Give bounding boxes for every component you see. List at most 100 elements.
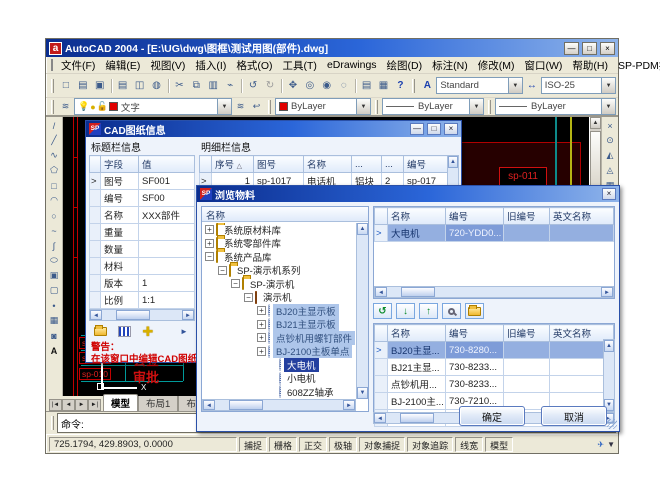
- scroll-left-icon[interactable]: ◄: [203, 400, 215, 410]
- value-cell[interactable]: [139, 258, 195, 275]
- plot-icon[interactable]: [115, 77, 131, 94]
- value-cell[interactable]: [139, 224, 195, 241]
- toolbar-grip[interactable]: [51, 79, 54, 93]
- tree-item-raw-materials[interactable]: + 系统原材料库: [202, 223, 356, 237]
- move-down-icon[interactable]: ↓: [396, 303, 415, 319]
- tree-item-screw-parts[interactable]: + 点钞机用螺钉部件: [202, 331, 356, 345]
- move-up-icon[interactable]: ↑: [419, 303, 438, 319]
- tab-first-icon[interactable]: |◄: [49, 399, 62, 411]
- expand-icon[interactable]: +: [257, 333, 266, 342]
- new-file-icon[interactable]: [58, 77, 74, 94]
- scroll-up-icon[interactable]: ▲: [604, 340, 614, 352]
- cad-info-titlebar[interactable]: SP CAD图纸信息 — □ ×: [86, 121, 461, 137]
- menu-draw[interactable]: 绘图(D): [382, 57, 428, 74]
- window-titlebar[interactable]: a AutoCAD 2004 - [E:\UG\dwg\图框\测试用图(部件).…: [46, 39, 618, 57]
- menu-modify[interactable]: 修改(M): [473, 57, 520, 74]
- tree-label[interactable]: BJ21主显示板: [273, 317, 339, 331]
- toolbar-grip[interactable]: [268, 100, 271, 114]
- table-row[interactable]: 重量: [90, 224, 195, 241]
- expand-icon[interactable]: +: [205, 225, 214, 234]
- toolbar-grip[interactable]: [412, 79, 415, 93]
- toggle-grid[interactable]: 栅格: [269, 437, 297, 452]
- combo-arrow-icon[interactable]: ▼: [601, 99, 615, 114]
- erase-icon[interactable]: ×: [603, 118, 618, 133]
- zoom-realtime-icon[interactable]: [302, 77, 318, 94]
- table-row[interactable]: 数量: [90, 241, 195, 258]
- load-from-drawing-icon[interactable]: [91, 324, 109, 339]
- menu-edit[interactable]: 编辑(E): [100, 57, 145, 74]
- offset-icon[interactable]: ◬: [603, 163, 618, 178]
- rectangle-icon[interactable]: □: [47, 178, 62, 193]
- lineweight-combo[interactable]: ByLayer ▼: [495, 98, 616, 115]
- collapse-icon[interactable]: −: [244, 293, 253, 302]
- insert-block-icon[interactable]: ▣: [47, 268, 62, 283]
- help-icon[interactable]: [393, 77, 409, 94]
- tree-label[interactable]: 演示机: [260, 290, 295, 304]
- polygon-icon[interactable]: ⬠: [47, 163, 62, 178]
- barcode-icon[interactable]: [115, 324, 133, 339]
- copy-object-icon[interactable]: ⊙: [603, 133, 618, 148]
- minimize-button[interactable]: —: [564, 42, 579, 55]
- collapse-icon[interactable]: −: [231, 279, 240, 288]
- tab-layout1[interactable]: 布局1: [138, 394, 178, 411]
- dim-style-icon[interactable]: [524, 77, 540, 94]
- scroll-right-icon[interactable]: ►: [601, 287, 613, 297]
- combo-arrow-icon[interactable]: ▼: [217, 99, 231, 114]
- scroll-up-icon[interactable]: ▲: [590, 117, 601, 129]
- toggle-lineweight[interactable]: 线宽: [455, 437, 483, 452]
- menu-insert[interactable]: 插入(I): [190, 57, 231, 74]
- tree-item-bj20[interactable]: + BJ20主显示板: [202, 304, 356, 318]
- toolbar-grip[interactable]: [51, 100, 54, 114]
- tree-label[interactable]: BJ20主显示板: [273, 304, 339, 318]
- dialog-close-button[interactable]: ×: [444, 123, 458, 135]
- col-old-code[interactable]: 旧编号: [504, 325, 550, 342]
- refresh-icon[interactable]: ↺: [373, 303, 392, 319]
- tree-label[interactable]: 系统原材料库: [221, 223, 284, 237]
- scroll-left-icon[interactable]: ◄: [374, 413, 386, 423]
- scrollbar-thumb[interactable]: [400, 413, 434, 423]
- tree-item-big-motor[interactable]: 大电机: [202, 358, 356, 372]
- browse-titlebar[interactable]: SP 浏览物料 ×: [197, 186, 619, 202]
- scroll-up-icon[interactable]: ▲: [448, 156, 458, 168]
- toolbar-grip[interactable]: [51, 416, 54, 430]
- open-file-icon[interactable]: [75, 77, 91, 94]
- material-row[interactable]: > BJ20主显... 730-8280...: [375, 342, 614, 359]
- tree-item-bj21[interactable]: + BJ21主显示板: [202, 318, 356, 332]
- tree-item-sp-demo[interactable]: − SP-演示机: [202, 277, 356, 291]
- tree-item-bj2100[interactable]: + BJ-2100主板单点: [202, 345, 356, 359]
- value-cell[interactable]: 1: [139, 275, 195, 292]
- scroll-right-icon[interactable]: ►: [182, 310, 194, 320]
- detail-header-figno[interactable]: 图号: [254, 156, 304, 173]
- tree-item-bearing[interactable]: 608ZZ轴承: [202, 385, 356, 399]
- material-row[interactable]: BJ21主显... 730-8233...: [375, 359, 614, 376]
- table-row[interactable]: 编号 SF00: [90, 190, 195, 207]
- tree-label[interactable]: 系统零部件库: [221, 236, 284, 250]
- properties-icon[interactable]: [359, 77, 375, 94]
- combo-arrow-icon[interactable]: ▼: [356, 99, 370, 114]
- spline-icon[interactable]: ∫: [47, 238, 62, 253]
- value-cell[interactable]: 1:1: [139, 292, 195, 309]
- tree-label[interactable]: 大电机: [284, 358, 319, 372]
- undo-icon[interactable]: [245, 77, 261, 94]
- toolbar-grip[interactable]: [488, 100, 491, 114]
- drawing-file-icon[interactable]: [51, 59, 53, 71]
- tree-label[interactable]: 小电机: [284, 371, 319, 385]
- combo-arrow-icon[interactable]: ▼: [601, 78, 615, 93]
- combo-arrow-icon[interactable]: ▼: [469, 99, 483, 114]
- value-cell[interactable]: XXX部件: [139, 207, 195, 224]
- text-style-combo[interactable]: Standard ▼: [436, 77, 523, 94]
- layer-previous-icon[interactable]: ↩: [249, 99, 264, 114]
- tab-next-icon[interactable]: ►: [75, 399, 88, 411]
- circle-icon[interactable]: ○: [47, 208, 62, 223]
- toggle-model[interactable]: 模型: [485, 437, 513, 452]
- collapse-icon[interactable]: −: [218, 266, 227, 275]
- material-row[interactable]: 点钞机用... 730-8233...: [375, 376, 614, 393]
- layer-combo[interactable]: 💡 ● 🔓 文字 ▼: [74, 98, 232, 115]
- expand-icon[interactable]: +: [205, 239, 214, 248]
- zoom-window-icon[interactable]: [319, 77, 335, 94]
- designcenter-icon[interactable]: [376, 77, 392, 94]
- redo-icon[interactable]: [262, 77, 278, 94]
- pan-icon[interactable]: [285, 77, 301, 94]
- tree-label[interactable]: 608ZZ轴承: [284, 385, 336, 399]
- scrollbar-thumb[interactable]: [116, 310, 150, 320]
